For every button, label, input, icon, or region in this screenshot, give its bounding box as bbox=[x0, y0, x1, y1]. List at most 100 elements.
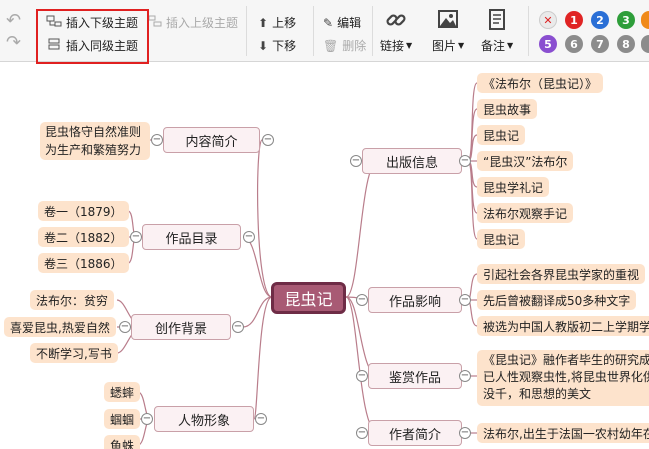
divider bbox=[246, 6, 247, 56]
collapse-toggle[interactable]: − bbox=[243, 231, 255, 243]
topic-author[interactable]: 作者简介 bbox=[368, 420, 462, 446]
priority-9-icon[interactable] bbox=[641, 35, 649, 53]
divider bbox=[528, 6, 529, 56]
topic-label: 鉴赏作品 bbox=[388, 370, 441, 386]
move-up-button[interactable]: ⬆ 上移 bbox=[258, 14, 296, 31]
topic-label: 出版信息 bbox=[385, 155, 438, 171]
collapse-toggle[interactable]: − bbox=[459, 370, 471, 382]
delete-label: 删除 bbox=[342, 39, 367, 53]
leaf-character[interactable]: 蝈蝈 bbox=[104, 409, 141, 429]
leaf-impact[interactable]: 引起社会各界昆虫学家的重视 bbox=[477, 264, 646, 284]
leaf-line: 昆虫恪守自然准则 bbox=[45, 125, 142, 139]
leaf-catalog[interactable]: 卷二（1882） bbox=[38, 227, 129, 247]
topic-label: 内容简介 bbox=[185, 134, 238, 150]
image-icon bbox=[437, 8, 459, 35]
leaf-impact[interactable]: 先后曾被翻译成50多种文字 bbox=[477, 290, 637, 310]
leaf-impact[interactable]: 被选为中国人教版初二上学期学 bbox=[477, 316, 649, 336]
trash-icon: 🗑 bbox=[323, 38, 339, 53]
central-topic[interactable]: 昆虫记 bbox=[271, 282, 346, 314]
priority-6-icon[interactable]: 6 bbox=[565, 35, 583, 53]
note-label: 备注 bbox=[481, 39, 506, 53]
collapse-toggle[interactable]: − bbox=[141, 413, 153, 425]
leaf-appreciation[interactable]: 《昆虫记》融作者毕生的研究成 已人性观察虫性,将昆虫世界化供 没千，和思想的美文 bbox=[477, 350, 649, 406]
image-label: 图片 bbox=[432, 39, 457, 53]
redo-icon[interactable]: ↷ bbox=[6, 32, 21, 53]
mindmap-canvas[interactable]: 昆虫记 出版信息 − − 作品影响 − − 鉴赏作品 − − 作者简介 − − … bbox=[0, 63, 649, 449]
topic-background[interactable]: 创作背景 bbox=[131, 314, 231, 340]
leaf-character[interactable]: 鱼蛛 bbox=[104, 435, 141, 449]
leaf-publish[interactable]: 昆虫学礼记 bbox=[477, 177, 550, 197]
move-down-label: 下移 bbox=[272, 39, 297, 53]
insert-parent-label: 插入上级主题 bbox=[166, 16, 239, 30]
divider bbox=[313, 6, 314, 56]
link-button[interactable]: 链接 ▼ bbox=[380, 8, 412, 54]
collapse-toggle[interactable]: − bbox=[350, 155, 362, 167]
collapse-toggle[interactable]: − bbox=[459, 155, 471, 167]
topic-label: 作品影响 bbox=[388, 294, 441, 310]
insert-parent-icon bbox=[148, 15, 162, 30]
arrow-up-icon: ⬆ bbox=[258, 15, 269, 30]
topic-impact[interactable]: 作品影响 bbox=[368, 287, 462, 313]
note-icon bbox=[486, 8, 508, 35]
collapse-toggle[interactable]: − bbox=[459, 294, 471, 306]
collapse-toggle[interactable]: − bbox=[459, 427, 471, 439]
insert-parent-button[interactable]: 插入上级主题 bbox=[148, 14, 238, 31]
leaf-publish[interactable]: 法布尔观察手记 bbox=[477, 203, 574, 223]
edit-button[interactable]: ✎ 编辑 bbox=[323, 14, 361, 31]
collapse-toggle[interactable]: − bbox=[130, 231, 142, 243]
undo-icon[interactable]: ↶ bbox=[6, 10, 21, 31]
image-button[interactable]: 图片 ▼ bbox=[432, 8, 464, 54]
toolbar: ↶ ↷ 插入下级主题 插入上级主题 插入同级主题 ⬆ 上移 ⬇ 下移 ✎ 编辑 … bbox=[0, 0, 649, 64]
move-down-button[interactable]: ⬇ 下移 bbox=[258, 37, 296, 54]
leaf-catalog[interactable]: 卷三（1886） bbox=[38, 253, 129, 273]
priority-4-icon[interactable] bbox=[641, 11, 649, 29]
topic-catalog[interactable]: 作品目录 bbox=[142, 224, 241, 250]
topic-appreciation[interactable]: 鉴赏作品 bbox=[368, 363, 462, 389]
priority-8-icon[interactable]: 8 bbox=[617, 35, 635, 53]
leaf-background[interactable]: 喜爱昆虫,热爱自然 bbox=[4, 317, 116, 337]
priority-7-icon[interactable]: 7 bbox=[591, 35, 609, 53]
highlight-box bbox=[36, 9, 149, 64]
priority-2-icon[interactable]: 2 bbox=[591, 11, 609, 29]
leaf-publish[interactable]: 昆虫故事 bbox=[477, 99, 538, 119]
priority-1-icon[interactable]: 1 bbox=[565, 11, 583, 29]
note-button[interactable]: 备注 ▼ bbox=[481, 8, 513, 54]
topic-label: 创作背景 bbox=[154, 321, 207, 337]
leaf-line: 已人性观察虫性,将昆虫世界化供 bbox=[483, 370, 649, 384]
topic-publish-info[interactable]: 出版信息 bbox=[362, 148, 462, 174]
leaf-publish[interactable]: “昆虫汉”法布尔 bbox=[477, 151, 574, 171]
leaf-publish[interactable]: 《法布尔（昆虫记）》 bbox=[477, 73, 604, 93]
leaf-line: 《昆虫记》融作者毕生的研究成 bbox=[483, 353, 649, 367]
topic-label: 人物形象 bbox=[177, 413, 230, 429]
leaf-publish[interactable]: 昆虫记 bbox=[477, 125, 526, 145]
priority-5-icon[interactable]: 5 bbox=[539, 35, 557, 53]
collapse-toggle[interactable]: − bbox=[232, 321, 244, 333]
leaf-publish[interactable]: 昆虫记 bbox=[477, 229, 526, 249]
leaf-line: 没千，和思想的美文 bbox=[483, 387, 592, 401]
pencil-icon: ✎ bbox=[323, 15, 334, 30]
priority-3-icon[interactable]: 3 bbox=[617, 11, 635, 29]
edit-label: 编辑 bbox=[337, 16, 362, 30]
leaf-author[interactable]: 法布尔,出生于法国一农村幼年在 bbox=[477, 423, 649, 443]
leaf-intro[interactable]: 昆虫恪守自然准则 为生产和繁殖努力 bbox=[40, 122, 150, 160]
topic-characters[interactable]: 人物形象 bbox=[154, 406, 254, 432]
link-icon bbox=[385, 8, 407, 35]
arrow-down-icon: ⬇ bbox=[258, 38, 269, 53]
collapse-toggle[interactable]: − bbox=[356, 370, 368, 382]
collapse-toggle[interactable]: − bbox=[255, 413, 267, 425]
leaf-background[interactable]: 法布尔：贫穷 bbox=[30, 290, 115, 310]
move-up-label: 上移 bbox=[272, 16, 297, 30]
leaf-character[interactable]: 蟋蟀 bbox=[104, 382, 141, 402]
collapse-toggle[interactable]: − bbox=[356, 294, 368, 306]
collapse-toggle[interactable]: − bbox=[151, 134, 163, 146]
clear-priority-icon[interactable]: ✕ bbox=[539, 11, 557, 29]
collapse-toggle[interactable]: − bbox=[356, 427, 368, 439]
topic-label: 作者简介 bbox=[388, 427, 441, 443]
collapse-toggle[interactable]: − bbox=[262, 134, 274, 146]
topic-intro[interactable]: 内容简介 bbox=[163, 127, 260, 153]
leaf-catalog[interactable]: 卷一（1879） bbox=[38, 201, 129, 221]
topic-label: 作品目录 bbox=[165, 231, 218, 247]
delete-button[interactable]: 🗑 删除 bbox=[323, 37, 366, 54]
collapse-toggle[interactable]: − bbox=[119, 321, 131, 333]
leaf-background[interactable]: 不断学习,写书 bbox=[30, 343, 118, 363]
